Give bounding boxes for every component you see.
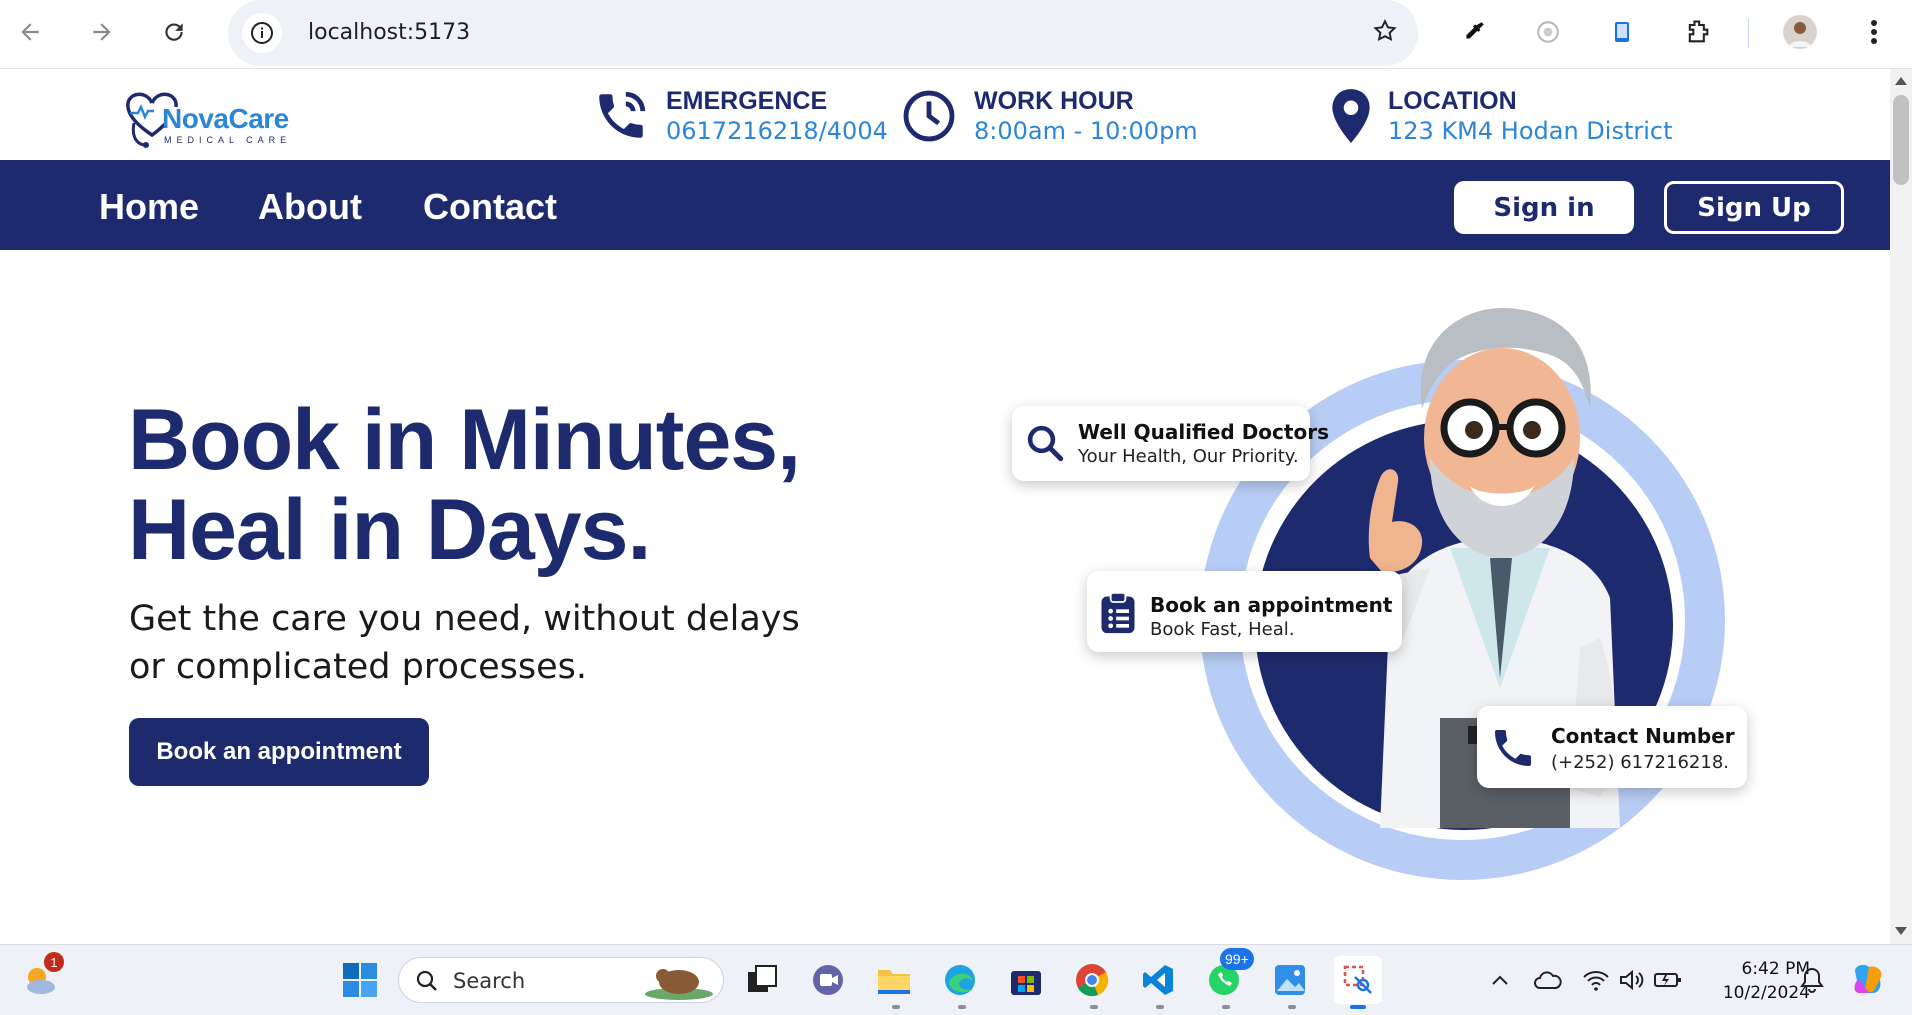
phone-icon	[1489, 724, 1537, 777]
profile-avatar[interactable]	[1782, 14, 1818, 50]
work-hour-value: 8:00am - 10:00pm	[974, 117, 1198, 145]
clock-icon	[900, 87, 958, 150]
toolbar-divider	[1748, 18, 1749, 48]
url-text[interactable]: localhost:5173	[308, 20, 470, 45]
notification-bell-icon[interactable]	[1792, 960, 1832, 1000]
eyedropper-extension-icon[interactable]	[1456, 14, 1492, 50]
book-appointment-card[interactable]: Book an appointment Book Fast, Heal.	[1087, 571, 1402, 652]
onedrive-cloud-icon[interactable]	[1528, 960, 1568, 1000]
scroll-thumb[interactable]	[1893, 95, 1909, 185]
running-indicator	[1288, 1005, 1296, 1009]
main-navbar: Home About Contact Sign in Sign Up	[0, 160, 1890, 250]
hero-title-line1: Book in Minutes,	[128, 392, 801, 488]
battery-charging-icon[interactable]	[1648, 960, 1688, 1000]
location-value: 123 KM4 Hodan District	[1388, 117, 1673, 145]
edge-browser-icon[interactable]	[940, 960, 980, 1000]
browser-menu-icon[interactable]	[1856, 14, 1892, 50]
sign-in-button[interactable]: Sign in	[1454, 181, 1634, 234]
site-top-header: NovaCare MEDICAL CARE EMERGENCE 06172162…	[0, 69, 1890, 160]
hero-subtitle: Get the care you need, without delays or…	[129, 599, 800, 687]
card-title: Contact Number	[1551, 724, 1735, 748]
emergency-title: EMERGENCE	[666, 87, 828, 115]
search-highlight-bear-icon	[645, 969, 713, 1000]
emergency-value: 0617216218/4004	[666, 117, 888, 145]
contact-number-card[interactable]: Contact Number (+252) 617216218.	[1477, 706, 1747, 788]
book-appointment-button[interactable]: Book an appointment	[129, 718, 429, 786]
nav-about-link[interactable]: About	[258, 186, 362, 228]
page-scrollbar[interactable]	[1890, 69, 1912, 944]
reload-icon	[165, 23, 183, 41]
running-indicator	[958, 1005, 966, 1009]
hero-title: Book in Minutes, Heal in Days.	[128, 392, 801, 578]
screen-recorder-extension-icon[interactable]	[1530, 14, 1566, 50]
address-bar[interactable]: localhost:5173	[228, 0, 1418, 66]
volume-icon[interactable]	[1612, 960, 1652, 1000]
show-hidden-icons-chevron-icon[interactable]	[1480, 960, 1520, 1000]
qualified-doctors-card: Well Qualified Doctors Your Health, Our …	[1012, 406, 1329, 481]
weather-badge: 1	[44, 952, 64, 972]
photos-icon[interactable]	[1270, 960, 1310, 1000]
running-indicator	[1090, 1005, 1098, 1009]
running-indicator	[1156, 1005, 1164, 1009]
site-logo[interactable]: NovaCare MEDICAL CARE	[124, 83, 304, 149]
phone-wave-icon	[592, 87, 650, 150]
whatsapp-icon[interactable]: 99+	[1204, 948, 1254, 1000]
whatsapp-badge: 99+	[1220, 948, 1254, 970]
work-hour-title: WORK HOUR	[974, 87, 1134, 115]
card-title: Well Qualified Doctors	[1078, 420, 1329, 444]
weather-widget-icon[interactable]: 1	[20, 952, 64, 1000]
site-info-icon[interactable]	[242, 13, 282, 53]
teams-chat-icon[interactable]	[808, 960, 848, 1000]
logo-tagline: MEDICAL CARE	[164, 135, 292, 145]
card-subtitle: (+252) 617216218.	[1551, 752, 1729, 773]
microsoft-store-icon[interactable]	[1006, 960, 1046, 1000]
extensions-puzzle-icon[interactable]	[1680, 14, 1716, 50]
card-title: Book an appointment	[1150, 593, 1393, 617]
running-indicator	[1222, 1005, 1230, 1009]
search-icon	[1024, 422, 1066, 469]
location-pin-icon	[1326, 87, 1376, 150]
copilot-icon[interactable]	[1848, 960, 1888, 1000]
running-indicator	[892, 1005, 900, 1009]
file-explorer-icon[interactable]	[874, 960, 914, 1000]
reload-button[interactable]	[156, 14, 192, 50]
active-indicator	[1350, 1005, 1366, 1009]
forward-button[interactable]	[84, 14, 120, 50]
scroll-down-icon	[1895, 927, 1907, 935]
card-subtitle: Your Health, Our Priority.	[1078, 446, 1299, 467]
chrome-icon[interactable]	[1072, 960, 1112, 1000]
hero-title-line2: Heal in Days.	[128, 482, 651, 578]
bookmark-star-icon[interactable]	[1372, 18, 1398, 49]
card-subtitle: Book Fast, Heal.	[1150, 619, 1295, 640]
taskbar-search-box[interactable]: Search	[398, 957, 724, 1003]
logo-name: NovaCare	[162, 103, 289, 134]
vscode-icon[interactable]	[1138, 960, 1178, 1000]
sign-up-button[interactable]: Sign Up	[1664, 181, 1844, 234]
forward-arrow-icon	[93, 23, 111, 41]
scroll-up-icon	[1895, 77, 1907, 85]
nav-contact-link[interactable]: Contact	[423, 186, 557, 228]
task-view-icon[interactable]	[742, 960, 782, 1000]
search-icon	[416, 970, 437, 991]
windows-start-icon[interactable]	[340, 960, 380, 1000]
browser-toolbar: localhost:5173	[0, 0, 1912, 69]
search-placeholder: Search	[453, 969, 526, 993]
location-title: LOCATION	[1388, 87, 1517, 115]
wifi-icon[interactable]	[1576, 960, 1616, 1000]
back-button[interactable]	[12, 14, 48, 50]
windows-taskbar: 1 Search 99+ 6:42 PM 10/2/2024	[0, 944, 1912, 1015]
snipping-tool-icon[interactable]	[1334, 956, 1382, 1004]
nav-home-link[interactable]: Home	[99, 186, 199, 228]
device-extension-icon[interactable]	[1604, 14, 1640, 50]
back-arrow-icon	[21, 23, 39, 41]
clipboard-list-icon	[1099, 591, 1137, 640]
